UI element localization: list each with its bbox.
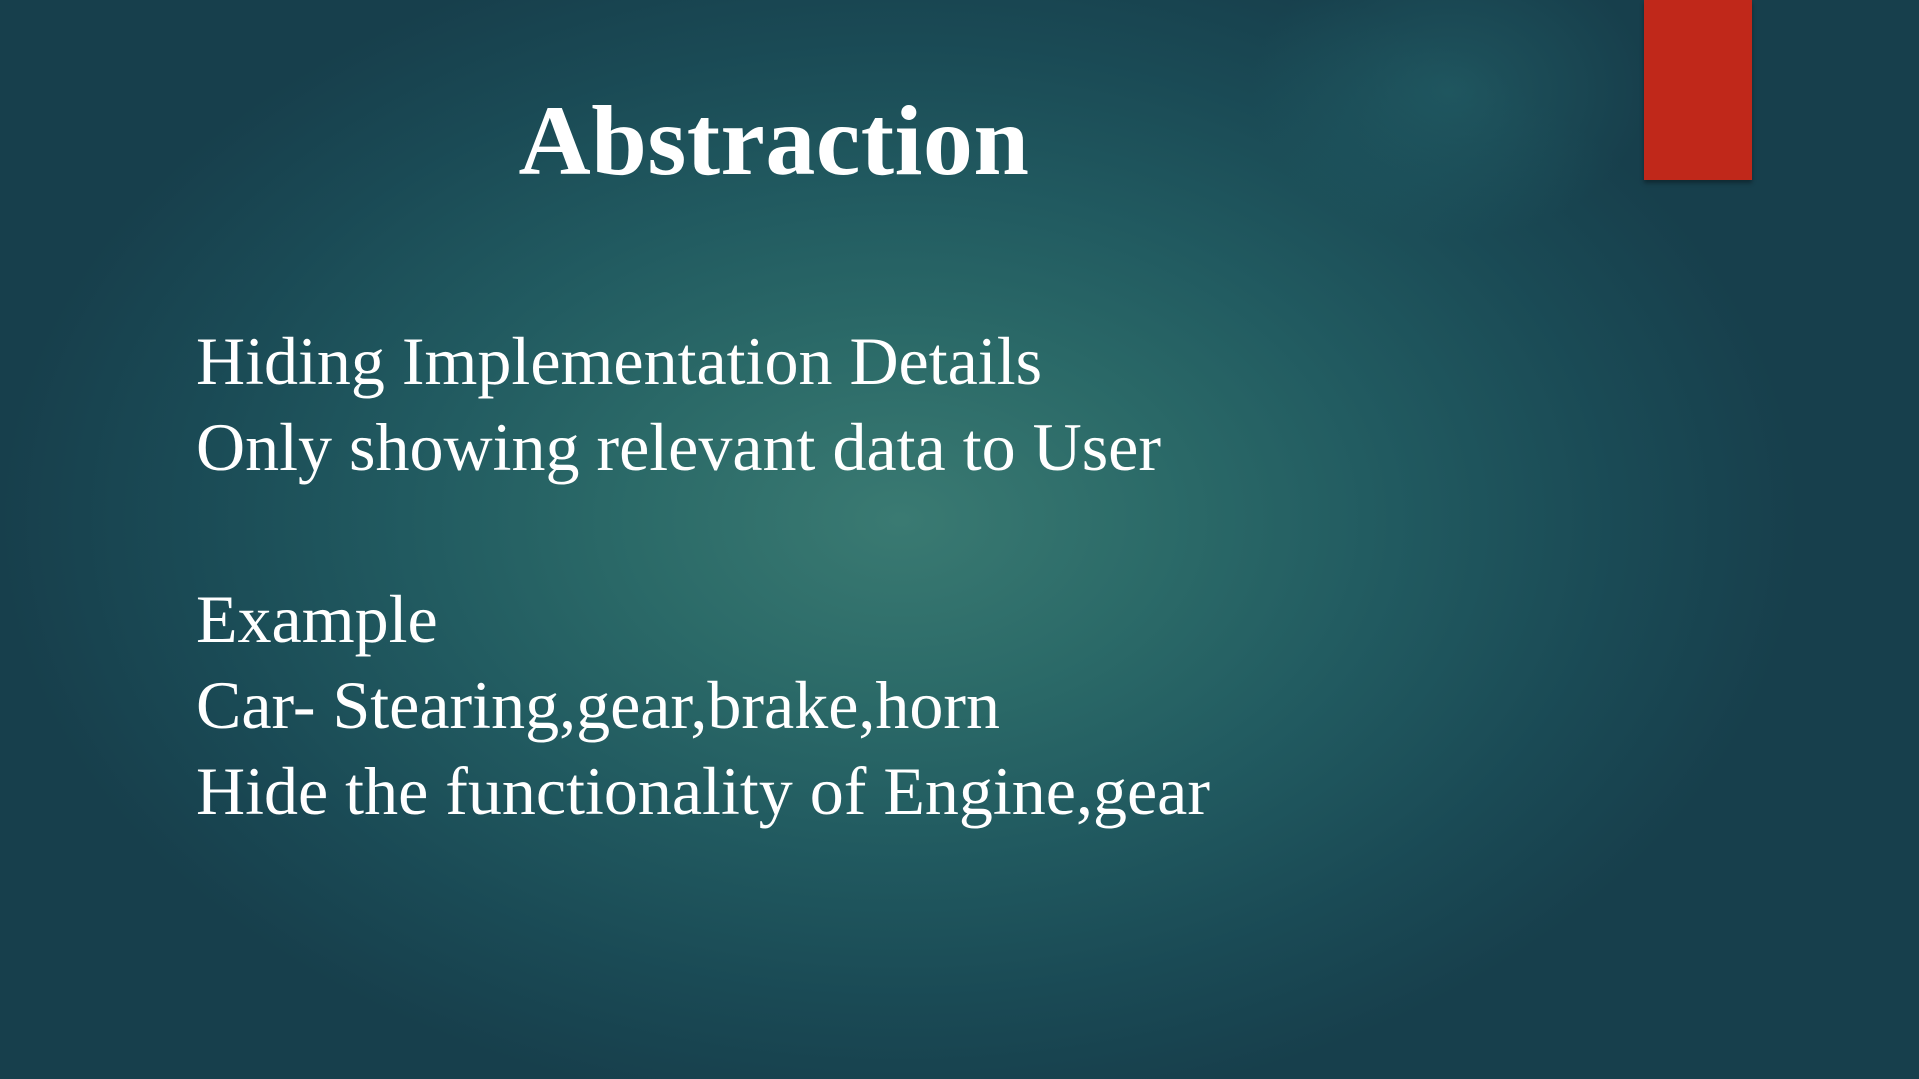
slide-body: Hiding Implementation Details Only showi… <box>196 318 1496 834</box>
body-line-car: Car- Stearing,gear,brake,horn <box>196 667 1001 743</box>
body-line-hiding-details: Hiding Implementation Details <box>196 323 1043 399</box>
slide-title: Abstraction <box>518 85 1030 196</box>
body-line-relevant-data: Only showing relevant data to User <box>196 409 1161 485</box>
body-line-hide-functionality: Hide the functionality of Engine,gear <box>196 753 1210 829</box>
red-accent-bar <box>1644 0 1752 180</box>
body-line-example: Example <box>196 581 438 657</box>
body-blank-line <box>196 490 1496 576</box>
slide: Abstraction Hiding Implementation Detail… <box>0 0 1919 1079</box>
